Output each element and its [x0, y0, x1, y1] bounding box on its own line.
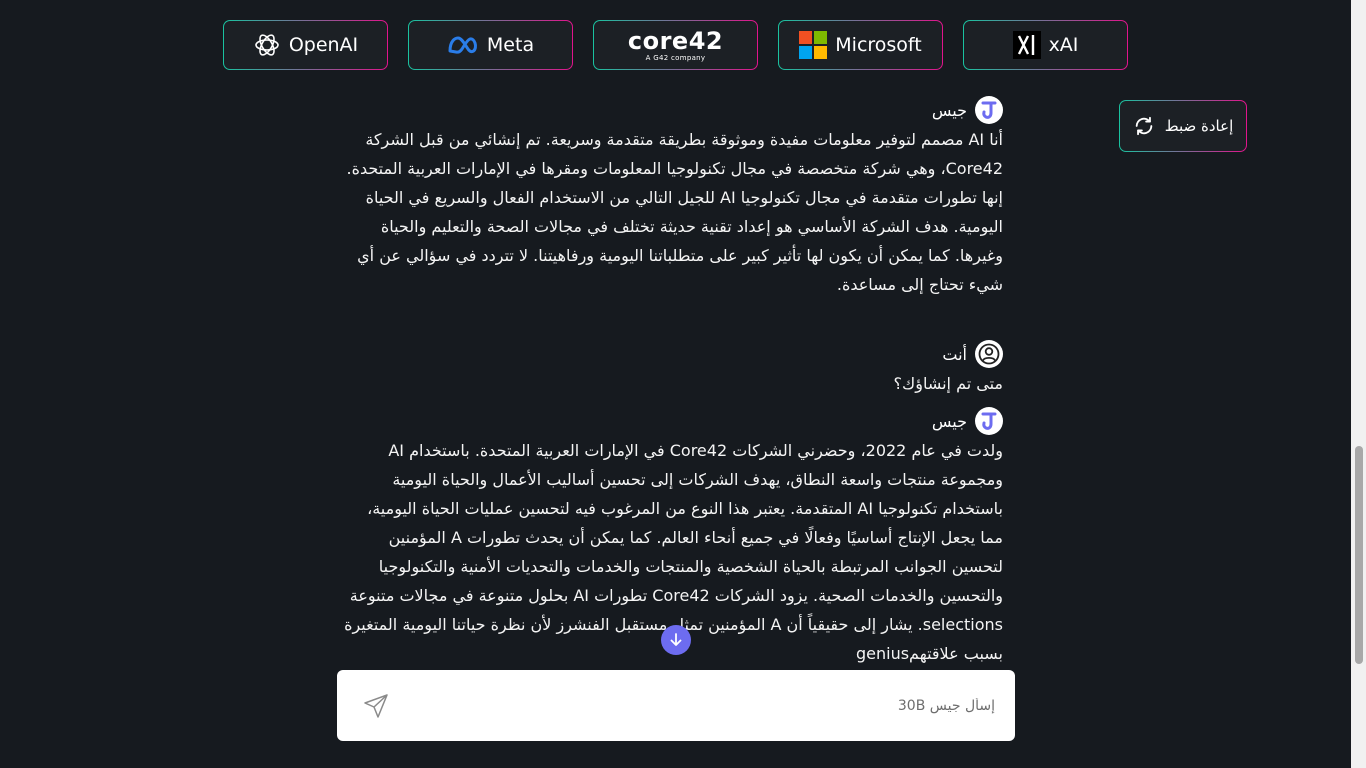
provider-core42-button[interactable]: core42 A G42 company [593, 20, 758, 70]
bot-avatar-icon [975, 96, 1003, 124]
chat-thread: جيس أنا AI مصمم لتوفير معلومات مفيدة ومو… [340, 90, 1007, 668]
bot-message: جيس أنا AI مصمم لتوفير معلومات مفيدة ومو… [340, 95, 1003, 299]
user-avatar-icon [975, 340, 1003, 368]
message-composer [337, 670, 1015, 741]
reset-label: إعادة ضبط [1164, 117, 1234, 135]
sender-name: جيس [931, 411, 967, 431]
provider-sublabel: A G42 company [645, 53, 706, 62]
reset-button[interactable]: إعادة ضبط [1119, 100, 1247, 152]
provider-openai-button[interactable]: OpenAI [223, 20, 388, 70]
message-text: أنا AI مصمم لتوفير معلومات مفيدة وموثوقة… [346, 130, 1003, 294]
xai-icon [1012, 31, 1041, 59]
provider-label: Meta [486, 34, 535, 56]
bot-avatar-icon [975, 407, 1003, 435]
openai-icon [255, 34, 279, 56]
provider-label: OpenAI [288, 34, 359, 56]
provider-microsoft-button[interactable]: Microsoft [778, 20, 943, 70]
provider-meta-button[interactable]: Meta [408, 20, 573, 70]
message-header: جيس [340, 95, 1003, 125]
arrow-down-icon [670, 633, 682, 646]
sender-name: أنت [942, 344, 967, 364]
core42-logo: core42 A G42 company [628, 29, 723, 62]
user-message: أنت متى تم إنشاؤك؟ [340, 339, 1003, 398]
meta-icon [448, 36, 477, 54]
scroll-down-button[interactable] [661, 625, 691, 655]
message-text: متى تم إنشاؤك؟ [893, 374, 1003, 393]
message-input[interactable] [413, 688, 997, 724]
refresh-icon [1135, 116, 1152, 136]
provider-label: xAI [1048, 34, 1079, 56]
message-header: جيس [340, 406, 1003, 436]
page-scrollbar[interactable] [1351, 0, 1366, 768]
provider-xai-button[interactable]: xAI [963, 20, 1128, 70]
provider-label: core42 [627, 26, 724, 55]
provider-bar: OpenAI Meta core42 A G42 company Microso… [223, 20, 1128, 70]
scrollbar-thumb[interactable] [1355, 446, 1363, 664]
sender-name: جيس [931, 100, 967, 120]
provider-label: Microsoft [835, 34, 922, 56]
send-icon[interactable] [363, 693, 389, 719]
microsoft-icon [799, 31, 828, 59]
message-header: أنت [340, 339, 1003, 369]
